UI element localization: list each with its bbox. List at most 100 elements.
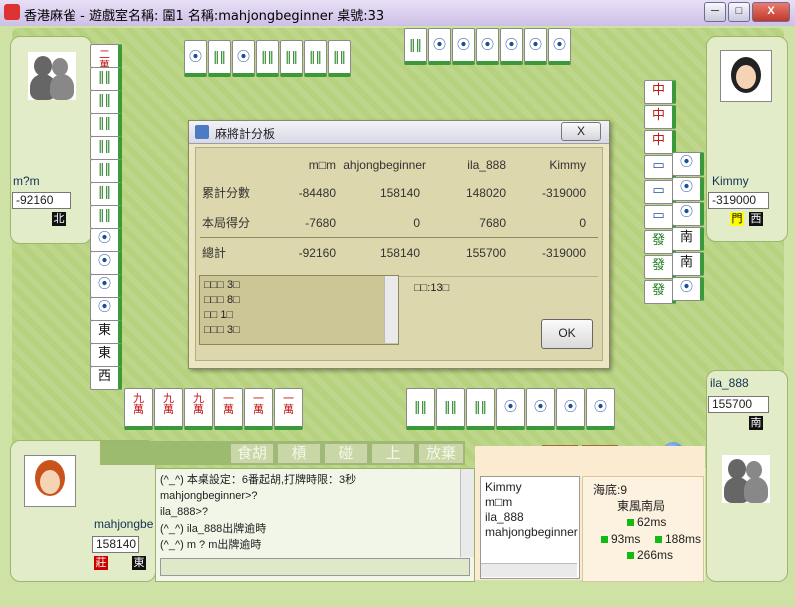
pong-button[interactable]: 碰 [324,443,368,464]
chat-input[interactable] [160,558,470,576]
score-cell: 7680 [479,216,506,230]
mahjong-tile: 中 [644,130,676,154]
ila-avatar [722,455,770,503]
win-button[interactable]: 食胡 [230,443,274,464]
silhouette-head-icon [728,459,746,479]
win-detail-list[interactable]: □□□ 3□ □□□ 8□ □□ 1□ □□□ 3□ [199,275,399,345]
score-row-label: 本局得分 [202,216,251,230]
score-header: ila_888 [467,158,506,172]
score-cell: -84480 [298,186,336,200]
score-cell: -319000 [541,186,586,200]
dialog-title: 麻將計分板 [215,127,276,141]
mahjong-tile: 南 [672,227,704,251]
mahjong-tile: 一 萬 [214,388,243,430]
mahjong-tile: ⦿ [496,388,525,430]
score-cell: -319000 [541,246,586,260]
mahjong-tile: ‖‖ [280,40,303,77]
score-header: ahjongbeginner [343,158,426,172]
pass-button[interactable]: 放棄 [418,443,464,464]
mahjong-tile: 東 [90,320,122,344]
mahjong-tile: ‖‖ [90,113,122,137]
chat-line: (^_^) 本桌設定：6番起胡,打牌時限：3秒 [160,474,357,486]
mahjong-tile: ‖‖ [404,28,427,65]
score-row-label: 累計分數 [202,186,251,200]
chat-scrollbar[interactable] [460,469,474,557]
dialog-close-button[interactable]: X [561,122,601,141]
east-player-score: -319000 [708,192,769,209]
close-button[interactable]: X [752,2,790,22]
dialog-title-bar: 麻將計分板 X [189,121,609,144]
ila-seat-wind: 南 [749,416,763,430]
chat-line: (^_^) m ? m出牌逾時 [160,539,262,551]
kong-button[interactable]: 槓 [277,443,321,464]
score-header: Kimmy [549,158,586,172]
mahjong-tile: 南 [672,252,704,276]
score-header: m□m [308,158,336,172]
mahjong-tile: 西 [90,366,122,390]
mahjong-tile: ⦿ [90,297,122,321]
score-cell: 158140 [379,186,420,200]
chat-line: mahjongbeginner>? [160,490,258,502]
player-list-item[interactable]: Kimmy [485,480,522,494]
player-list[interactable]: Kimmy m□m ila_888 mahjongbeginner [480,476,580,579]
silhouette-head-icon [34,56,52,76]
mahjong-tile: ⦿ [524,28,547,65]
mahjong-tile: 中 [644,105,676,129]
score-cell: 158140 [379,246,420,260]
list-scrollbar[interactable] [384,276,398,343]
kimmy-avatar [720,50,772,102]
ping-right: 188ms [655,532,701,546]
mahjong-tile: ‖‖ [406,388,435,430]
player-list-item[interactable]: ila_888 [485,510,524,524]
round-wind: 東風南局 [617,499,666,513]
ok-button[interactable]: OK [541,319,593,349]
chow-button[interactable]: 上 [371,443,415,464]
mahjong-tile: 九 萬 [124,388,153,430]
ping-icon [627,519,634,526]
list-item: □□□ 3□ [204,324,240,336]
mahjong-tile: ⦿ [672,152,704,176]
ping-icon [627,552,634,559]
west-avatar [28,52,76,100]
score-row-label: 總計 [202,246,227,260]
window-title: 香港麻雀 - 遊戲室名稱: 圍1 名稱:mahjongbeginner 桌號:3… [24,9,385,24]
minimize-button[interactable]: ─ [704,2,726,22]
self-avatar [24,455,76,507]
east-dealer-badge: 門 [730,212,744,226]
self-player-name: mahjongbe [94,517,154,531]
self-player-score: 158140 [92,536,139,553]
mahjong-tile: ⦿ [90,274,122,298]
mahjong-tile: 一 萬 [244,388,273,430]
list-item: □□□ 3□ [204,279,240,291]
mahjong-tile: ‖‖ [90,205,122,229]
player-list-scrollbar[interactable] [481,563,577,577]
score-cell: 0 [579,216,586,230]
mahjong-tile: 一 萬 [274,388,303,430]
mahjong-tile: ‖‖ [90,159,122,183]
game-info: 海底:9 東風南局 62ms 93ms 188ms 266ms [582,476,704,582]
round-note: □□:13□ [414,282,450,294]
java-icon [195,125,209,139]
mahjong-tile: ‖‖ [208,40,231,77]
chat-line: ila_888>? [160,506,209,518]
maximize-button[interactable]: □ [728,2,750,22]
west-player-name: m?m [13,174,40,188]
player-list-item[interactable]: m□m [485,495,512,509]
mahjong-tile: ⦿ [184,40,207,77]
east-seat-wind: 西 [749,212,763,226]
mahjong-tile: ‖‖ [90,67,122,91]
mahjong-tile: ⦿ [672,177,704,201]
mahjong-tile: 東 [90,343,122,367]
mahjong-tile: ⦿ [556,388,585,430]
mahjong-tile: 九 萬 [154,388,183,430]
mahjong-tile: ⦿ [526,388,555,430]
silhouette-body-icon [744,477,768,503]
silhouette-body-icon [50,74,74,100]
list-item: □□□ 8□ [204,294,240,306]
mahjong-tile: 二 萬 [90,44,122,71]
mahjong-tile: 中 [644,80,676,104]
mahjong-tile: ⦿ [476,28,499,65]
mahjong-tile: ⦿ [428,28,451,65]
score-cell: 155700 [465,246,506,260]
player-list-item[interactable]: mahjongbeginner [485,525,578,539]
